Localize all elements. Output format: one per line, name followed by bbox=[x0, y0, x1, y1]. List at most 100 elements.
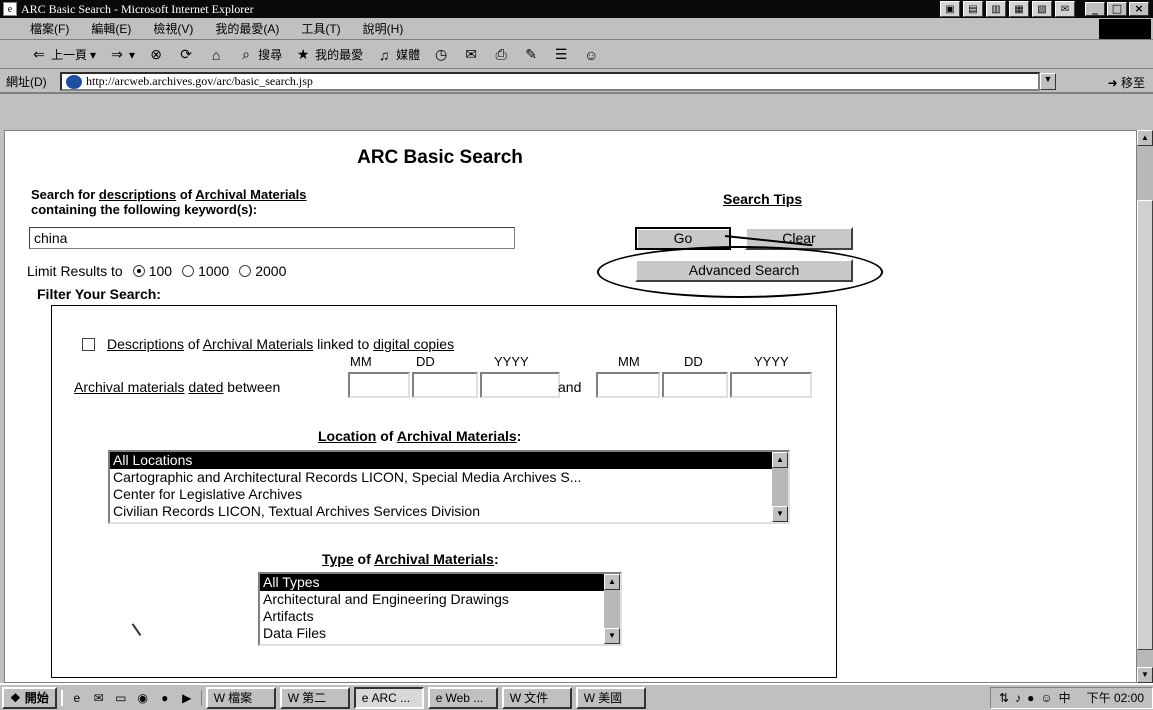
list-option[interactable]: Artifacts bbox=[260, 608, 620, 625]
mail-icon[interactable]: ✉ bbox=[462, 46, 480, 64]
minimize-button[interactable]: _ bbox=[1085, 2, 1105, 16]
discuss-icon[interactable]: ☰ bbox=[552, 46, 570, 64]
archival-materials-link[interactable]: Archival materials bbox=[74, 379, 184, 395]
edit-icon[interactable]: ✎ bbox=[522, 46, 540, 64]
media-button[interactable]: ♫ 媒體 bbox=[375, 46, 420, 64]
realplayer-icon[interactable]: ● bbox=[157, 690, 173, 706]
list-option[interactable]: All Locations bbox=[110, 452, 788, 469]
text: linked to bbox=[313, 336, 374, 352]
limit-radio-2000[interactable] bbox=[239, 265, 252, 277]
print-icon[interactable]: ⎙ bbox=[492, 46, 510, 64]
limit-radio-100[interactable] bbox=[132, 265, 145, 277]
refresh-icon[interactable]: ⟳ bbox=[177, 46, 195, 64]
scroll-up-icon[interactable]: ▲ bbox=[772, 452, 788, 468]
listbox-scrollbar[interactable]: ▲ ▼ bbox=[772, 452, 788, 522]
task-word-2[interactable]: W 第二 bbox=[279, 686, 350, 709]
menu-file[interactable]: 檔案(F) bbox=[30, 20, 69, 37]
listbox-scrollbar[interactable]: ▲ ▼ bbox=[604, 574, 620, 644]
desktop-icon[interactable]: ▭ bbox=[113, 690, 129, 706]
to-day-input[interactable] bbox=[662, 372, 728, 398]
start-button[interactable]: ❖ 開始 bbox=[2, 686, 57, 709]
scroll-down-icon[interactable]: ▼ bbox=[1137, 667, 1153, 683]
scroll-down-icon[interactable]: ▼ bbox=[604, 628, 620, 644]
task-arc-ie[interactable]: e ARC ... bbox=[353, 686, 424, 709]
menu-help[interactable]: 說明(H) bbox=[363, 20, 404, 37]
scroll-up-icon[interactable]: ▲ bbox=[1137, 130, 1153, 146]
desc-line2: containing the following keyword(s): bbox=[31, 202, 258, 217]
favorites-button[interactable]: ★ 我的最愛 bbox=[294, 46, 363, 64]
text: of bbox=[376, 428, 397, 444]
list-option[interactable]: Data Files bbox=[260, 625, 620, 642]
menu-favorites[interactable]: 我的最愛(A) bbox=[215, 20, 279, 37]
app-icon-5[interactable]: ▧ bbox=[1032, 1, 1052, 17]
text: of bbox=[184, 336, 203, 352]
address-dropdown-icon[interactable]: ▼ bbox=[1040, 73, 1056, 90]
arrow-icon[interactable]: ▶ bbox=[179, 690, 195, 706]
digital-copies-checkbox[interactable] bbox=[82, 337, 95, 351]
outlook-icon[interactable]: ✉ bbox=[91, 690, 107, 706]
digital-copies-link[interactable]: digital copies bbox=[373, 336, 454, 352]
close-button[interactable]: × bbox=[1129, 2, 1149, 16]
app-icon-6[interactable]: ✉ bbox=[1055, 1, 1075, 17]
task-word-3[interactable]: W 文件 bbox=[501, 686, 572, 709]
menu-view[interactable]: 檢視(V) bbox=[153, 20, 193, 37]
location-link[interactable]: Location bbox=[318, 428, 376, 444]
antivirus-icon[interactable]: ● bbox=[1027, 691, 1034, 705]
media-player-icon[interactable]: ◉ bbox=[135, 690, 151, 706]
app-icon-2[interactable]: ▤ bbox=[963, 1, 983, 17]
from-month-input[interactable] bbox=[348, 372, 410, 398]
search-tips-link[interactable]: Search Tips bbox=[723, 191, 802, 207]
app-icon-4[interactable]: ▦ bbox=[1009, 1, 1029, 17]
network-icon[interactable]: ⇅ bbox=[999, 691, 1009, 705]
limit-radio-1000[interactable] bbox=[182, 265, 195, 277]
search-button[interactable]: ⌕ 搜尋 bbox=[237, 46, 282, 64]
list-option[interactable]: Cartographic and Architectural Records L… bbox=[110, 469, 788, 486]
home-icon[interactable]: ⌂ bbox=[207, 46, 225, 64]
advanced-search-button[interactable]: Advanced Search bbox=[635, 259, 853, 282]
go-search-button[interactable]: Go bbox=[635, 227, 731, 250]
task-word-4[interactable]: W 美國 bbox=[575, 686, 646, 709]
keyword-input[interactable]: china bbox=[29, 227, 515, 249]
volume-icon[interactable]: ♪ bbox=[1015, 691, 1021, 705]
from-day-input[interactable] bbox=[412, 372, 478, 398]
ime-icon[interactable]: 中 bbox=[1059, 689, 1071, 706]
task-word-1[interactable]: W 檔案 bbox=[205, 686, 276, 709]
back-button[interactable]: ⇐ 上一頁 ▾ bbox=[30, 46, 96, 64]
descriptions-link[interactable]: descriptions bbox=[99, 187, 176, 202]
ie-icon[interactable]: e bbox=[69, 690, 85, 706]
history-icon[interactable]: ◷ bbox=[432, 46, 450, 64]
to-year-input[interactable] bbox=[730, 372, 812, 398]
app-icon-1[interactable]: ▣ bbox=[940, 1, 960, 17]
maximize-button[interactable]: □ bbox=[1107, 2, 1127, 16]
menu-edit[interactable]: 編輯(E) bbox=[91, 20, 131, 37]
go-button[interactable]: ➜ 移至 bbox=[1108, 74, 1145, 91]
archival-materials-link[interactable]: Archival Materials bbox=[203, 336, 313, 352]
archival-materials-link[interactable]: Archival Materials bbox=[195, 187, 306, 202]
archival-materials-link[interactable]: Archival Materials bbox=[374, 551, 494, 567]
to-month-input[interactable] bbox=[596, 372, 660, 398]
list-option[interactable]: Center for Legislative Archives bbox=[110, 486, 788, 503]
scroll-thumb[interactable] bbox=[1137, 200, 1153, 650]
forward-button[interactable]: ⇒ ▾ bbox=[108, 46, 135, 64]
address-input[interactable]: http://arcweb.archives.gov/arc/basic_sea… bbox=[60, 72, 1040, 91]
list-option[interactable]: Architectural and Engineering Drawings bbox=[260, 591, 620, 608]
dated-link[interactable]: dated bbox=[188, 379, 223, 395]
messenger-icon[interactable]: ☺ bbox=[1040, 691, 1052, 705]
descriptions-link[interactable]: Descriptions bbox=[107, 336, 184, 352]
task-web-ie[interactable]: e Web ... bbox=[427, 686, 498, 709]
type-listbox[interactable]: All Types Architectural and Engineering … bbox=[258, 572, 622, 646]
scroll-up-icon[interactable]: ▲ bbox=[604, 574, 620, 590]
messenger-icon[interactable]: ☺ bbox=[582, 46, 600, 64]
stop-icon[interactable]: ⊗ bbox=[147, 46, 165, 64]
scroll-down-icon[interactable]: ▼ bbox=[772, 506, 788, 522]
type-link[interactable]: Type bbox=[322, 551, 354, 567]
list-option[interactable]: Civilian Records LICON, Textual Archives… bbox=[110, 503, 788, 520]
location-listbox[interactable]: All Locations Cartographic and Architect… bbox=[108, 450, 790, 524]
menu-tools[interactable]: 工具(T) bbox=[301, 20, 340, 37]
archival-materials-link[interactable]: Archival Materials bbox=[397, 428, 517, 444]
page-title: ARC Basic Search bbox=[357, 147, 523, 168]
page-scrollbar[interactable]: ▲ ▼ bbox=[1137, 130, 1153, 683]
app-icon-3[interactable]: ▥ bbox=[986, 1, 1006, 17]
list-option[interactable]: All Types bbox=[260, 574, 620, 591]
from-year-input[interactable] bbox=[480, 372, 560, 398]
